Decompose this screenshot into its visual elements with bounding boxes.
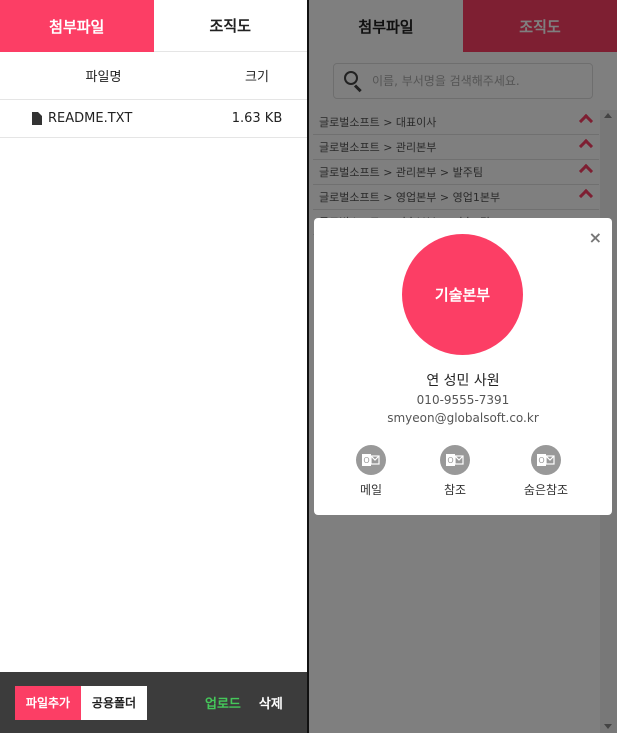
file-footer-toolbar: 파일추가 공용폴더 업로드 삭제	[0, 672, 307, 733]
file-table-header: 파일명 크기	[0, 52, 307, 100]
svg-text:O: O	[447, 456, 453, 465]
column-size: 크기	[245, 70, 269, 85]
tab-attachments[interactable]: 첨부파일	[0, 0, 154, 52]
outlook-bcc-icon: O	[531, 445, 561, 475]
mail-button[interactable]: O 메일	[336, 445, 406, 498]
attachment-panel: 첨부파일 조직도 파일명 크기 README.TXT 1.63 KB 파일추가 …	[0, 0, 307, 733]
delete-button[interactable]: 삭제	[259, 686, 283, 720]
add-file-button[interactable]: 파일추가	[15, 685, 81, 720]
file-name: README.TXT	[48, 111, 133, 126]
file-size: 1.63 KB	[231, 111, 283, 126]
outlook-cc-icon: O	[440, 445, 470, 475]
cc-button[interactable]: O 참조	[420, 445, 490, 498]
mail-label: 메일	[359, 483, 383, 497]
tab-org-chart[interactable]: 조직도	[153, 0, 307, 52]
employee-phone: 010-9555-7391	[416, 393, 510, 407]
contact-card-modal: × 기술본부 연 성민 사원 010-9555-7391 smyeon@glob…	[314, 218, 612, 515]
department-avatar: 기술본부	[402, 234, 523, 355]
close-icon[interactable]: ×	[589, 228, 602, 247]
cc-label: 참조	[443, 483, 467, 497]
bcc-label: 숨은참조	[523, 483, 569, 497]
shared-folder-button[interactable]: 공용폴더	[81, 685, 147, 720]
table-row[interactable]: README.TXT 1.63 KB	[0, 100, 307, 138]
employee-name: 연 성민 사원	[426, 373, 500, 389]
file-icon	[32, 112, 42, 125]
bcc-button[interactable]: O 숨은참조	[511, 445, 581, 498]
employee-email: smyeon@globalsoft.co.kr	[387, 411, 539, 425]
outlook-mail-icon: O	[356, 445, 386, 475]
svg-text:O: O	[363, 456, 369, 465]
svg-text:O: O	[538, 456, 544, 465]
column-filename: 파일명	[85, 70, 122, 85]
left-tabs: 첨부파일 조직도	[0, 0, 307, 52]
department-name: 기술본부	[434, 286, 491, 304]
upload-button[interactable]: 업로드	[205, 686, 241, 720]
